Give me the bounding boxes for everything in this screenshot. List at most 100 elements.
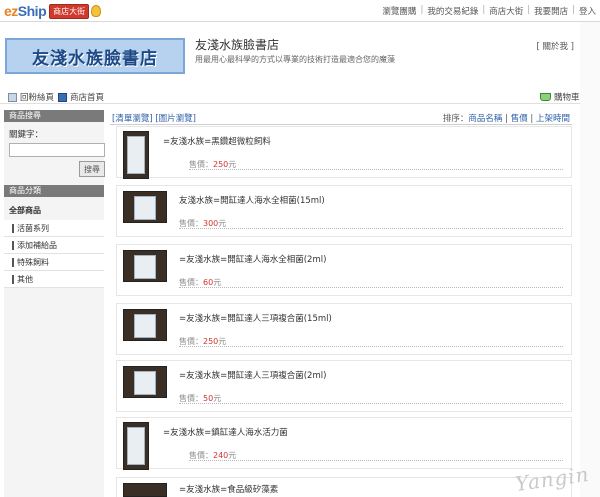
product-name[interactable]: 友淺水族=開缸達人海水全相菌(15ml)	[179, 194, 325, 206]
product-name[interactable]: =友淺水族=黑鑽超微粒飼料	[163, 135, 271, 147]
price-prefix: 售價：	[179, 219, 203, 228]
top-nav: 瀏覽團購 | 我的交易紀錄 | 商店大街 | 我要開店 | 登入	[382, 5, 596, 17]
dotted-divider	[189, 460, 563, 461]
page-margin	[580, 22, 600, 497]
price-value: 50	[203, 394, 214, 403]
sort-bar: 排序：商品名稱 | 售價 | 上架時間	[442, 114, 570, 124]
price-value: 240	[213, 451, 229, 460]
product-package	[134, 371, 156, 395]
product-thumbnail[interactable]	[123, 366, 167, 398]
product-package	[134, 314, 156, 338]
product-package	[134, 196, 156, 220]
product-name[interactable]: =友淺水族=食品級矽藻素	[179, 483, 278, 495]
list-divider	[110, 124, 572, 125]
category-section-title: 商品分類	[4, 185, 104, 197]
product-package	[127, 427, 145, 465]
logo-ez: ez	[4, 3, 18, 19]
price-suffix: 元	[213, 394, 222, 403]
product-name[interactable]: =友淺水族=鎮缸達人海水活力菌	[163, 426, 288, 438]
nav-separator: |	[482, 5, 486, 15]
store-banner[interactable]: 友淺水族臉書店	[5, 38, 185, 74]
category-all[interactable]: 全部商品	[4, 197, 104, 220]
nav-login[interactable]: 登入	[579, 5, 596, 17]
product-item[interactable]: =友淺水族=鎮缸達人海水活力菌 售價：240元	[116, 417, 572, 470]
category-bacteria[interactable]: 活菌系列	[4, 220, 104, 237]
price-value: 300	[203, 219, 219, 228]
dotted-divider	[179, 403, 563, 404]
category-supplements[interactable]: 添加補給品	[4, 237, 104, 254]
price-suffix: 元	[228, 451, 237, 460]
logo-tag: 商店大街	[49, 3, 90, 19]
price-value: 60	[203, 278, 214, 287]
keyword-input[interactable]	[9, 143, 105, 157]
view-mode-links[interactable]: [清單瀏覽] [圖片瀏覽]	[112, 112, 196, 124]
product-thumbnail[interactable]	[123, 483, 167, 497]
price-suffix: 元	[228, 160, 237, 169]
category-special-feed[interactable]: 特殊飼料	[4, 254, 104, 271]
keyword-label: 關鍵字：	[9, 130, 44, 140]
product-thumbnail[interactable]	[123, 191, 167, 223]
product-thumbnail[interactable]	[123, 131, 149, 179]
back-icon	[8, 92, 17, 102]
logo-wordmark: ezShip	[4, 3, 47, 19]
home-icon	[58, 92, 67, 102]
price-suffix: 元	[218, 337, 227, 346]
product-item[interactable]: =友淺水族=開缸達人三項複合菌(2ml) 售價：50元	[116, 360, 572, 412]
cart-button[interactable]: 購物車	[540, 91, 580, 103]
dotted-divider	[179, 346, 563, 347]
about-me-link[interactable]: [ 關於我 ]	[536, 40, 574, 52]
price-value: 250	[203, 337, 219, 346]
search-panel: 關鍵字： 搜尋	[4, 122, 105, 185]
product-name[interactable]: =友淺水族=開缸達人三項複合菌(2ml)	[179, 369, 326, 381]
nav-separator: |	[420, 5, 424, 15]
nav-store-street[interactable]: 商店大街	[489, 5, 523, 17]
top-bar: ezShip 商店大街 瀏覽團購 | 我的交易紀錄 | 商店大街 | 我要開店 | 登入	[0, 0, 600, 22]
product-package	[127, 136, 145, 174]
price-suffix: 元	[213, 278, 222, 287]
search-section-title: 商品搜尋	[4, 110, 104, 122]
store-description: 用最用心最科學的方式以專業的技術打造最適合您的魔藻	[195, 55, 395, 64]
product-item[interactable]: 友淺水族=開缸達人海水全相菌(15ml) 售價：300元	[116, 185, 572, 237]
search-button[interactable]: 搜尋	[79, 161, 105, 177]
ezship-logo[interactable]: ezShip 商店大街	[4, 3, 102, 19]
sort-by-date[interactable]: 上架時間	[536, 114, 570, 124]
home-label: 商店首頁	[70, 93, 105, 103]
product-name[interactable]: =友淺水族=開缸達人三項複合菌(15ml)	[179, 312, 332, 324]
back-to-fanpage-button[interactable]: 回粉絲頁	[8, 91, 54, 103]
product-name[interactable]: =友淺水族=開缸達人海水全相菌(2ml)	[179, 253, 326, 265]
store-name: 友淺水族臉書店	[195, 38, 280, 52]
logo-ship: Ship	[17, 3, 47, 19]
nav-group-buy[interactable]: 瀏覽團購	[382, 5, 416, 17]
sort-label: 排序：	[442, 114, 469, 124]
cart-label: 購物車	[554, 93, 580, 103]
product-item[interactable]: =友淺水族=黑鑽超微粒飼料 售價：250元	[116, 126, 572, 179]
store-nav: 回粉絲頁 商店首頁 購物車	[0, 88, 580, 104]
sort-by-name[interactable]: 商品名稱	[468, 114, 502, 124]
product-thumbnail[interactable]	[123, 309, 167, 341]
nav-my-orders[interactable]: 我的交易紀錄	[427, 5, 478, 17]
product-item[interactable]: =友淺水族=食品級矽藻素	[116, 477, 572, 497]
nav-separator: |	[527, 5, 531, 15]
nav-separator: |	[572, 5, 575, 15]
store-home-button[interactable]: 商店首頁	[58, 91, 104, 103]
nav-open-store[interactable]: 我要開店	[534, 5, 568, 17]
sort-by-price[interactable]: 售價	[511, 114, 528, 124]
price-value: 250	[213, 160, 229, 169]
price-prefix: 售價：	[189, 451, 213, 460]
mascot-icon	[91, 5, 102, 17]
product-thumbnail[interactable]	[123, 250, 167, 282]
product-item[interactable]: =友淺水族=開缸達人三項複合菌(15ml) 售價：250元	[116, 303, 572, 355]
category-other[interactable]: 其他	[4, 271, 104, 288]
price-prefix: 售價：	[189, 160, 213, 169]
cart-icon	[540, 93, 551, 101]
dotted-divider	[189, 169, 563, 170]
dotted-divider	[179, 228, 563, 229]
back-label: 回粉絲頁	[20, 93, 55, 103]
product-item[interactable]: =友淺水族=開缸達人海水全相菌(2ml) 售價：60元	[116, 244, 572, 296]
price-prefix: 售價：	[179, 337, 203, 346]
dotted-divider	[179, 287, 563, 288]
price-prefix: 售價：	[179, 278, 203, 287]
product-package	[134, 255, 156, 279]
banner-text: 友淺水族臉書店	[32, 48, 158, 69]
product-thumbnail[interactable]	[123, 422, 149, 470]
